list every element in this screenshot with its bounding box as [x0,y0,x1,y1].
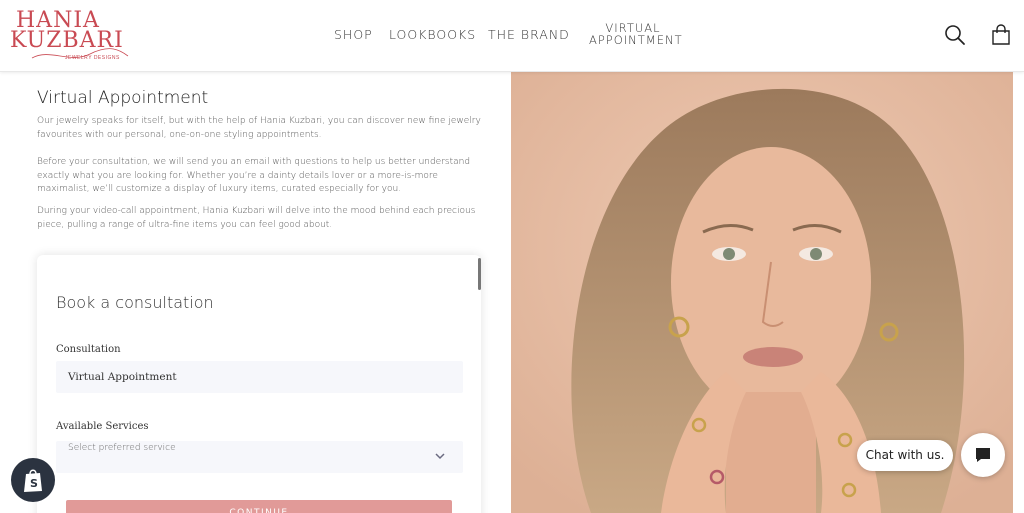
nav-lookbooks[interactable]: LOOKBOOKS [389,27,476,42]
intro-paragraph-2: Before your consultation, we will send y… [37,157,471,194]
page-title: Virtual Appointment [37,88,209,108]
chat-button[interactable] [961,433,1005,477]
services-select[interactable]: Select preferred service [56,441,463,473]
services-label: Available Services [56,421,149,432]
consultation-label: Consultation [56,344,121,355]
svg-text:S: S [30,477,38,490]
shopify-bag-icon: S [24,469,42,492]
card-scrollbar[interactable] [478,258,481,290]
booking-title: Book a consultation [56,293,214,312]
nav-the-brand[interactable]: THE BRAND [488,27,570,42]
nav-virtual-line-2: APPOINTMENT [589,33,683,47]
intro-paragraph-3: During your video-call appointment, Hani… [37,206,476,230]
search-icon[interactable] [944,24,966,46]
consultation-field[interactable]: Virtual Appointment [56,361,463,393]
chat-label[interactable]: Chat with us. [857,440,953,471]
shopify-badge[interactable]: S [11,458,55,502]
consultation-value: Virtual Appointment [68,371,177,383]
brand-logo[interactable]: HANIA KUZBARI JEWELRY DESIGNS [10,8,134,64]
services-placeholder: Select preferred service [68,443,176,453]
site-header: HANIA KUZBARI JEWELRY DESIGNS SHOP LOOKB… [0,0,1024,72]
logo-tagline: JEWELRY DESIGNS [65,55,120,61]
chat-bubble-icon [976,448,990,462]
shopping-bag-icon[interactable] [990,24,1012,46]
nav-virtual-appointment[interactable]: VIRTUAL APPOINTMENT [589,22,683,47]
nav-shop[interactable]: SHOP [334,27,373,42]
continue-button[interactable]: CONTINUE [66,500,452,513]
intro-paragraph-1: Our jewelry speaks for itself, but with … [37,116,481,140]
chevron-down-icon [435,453,445,460]
